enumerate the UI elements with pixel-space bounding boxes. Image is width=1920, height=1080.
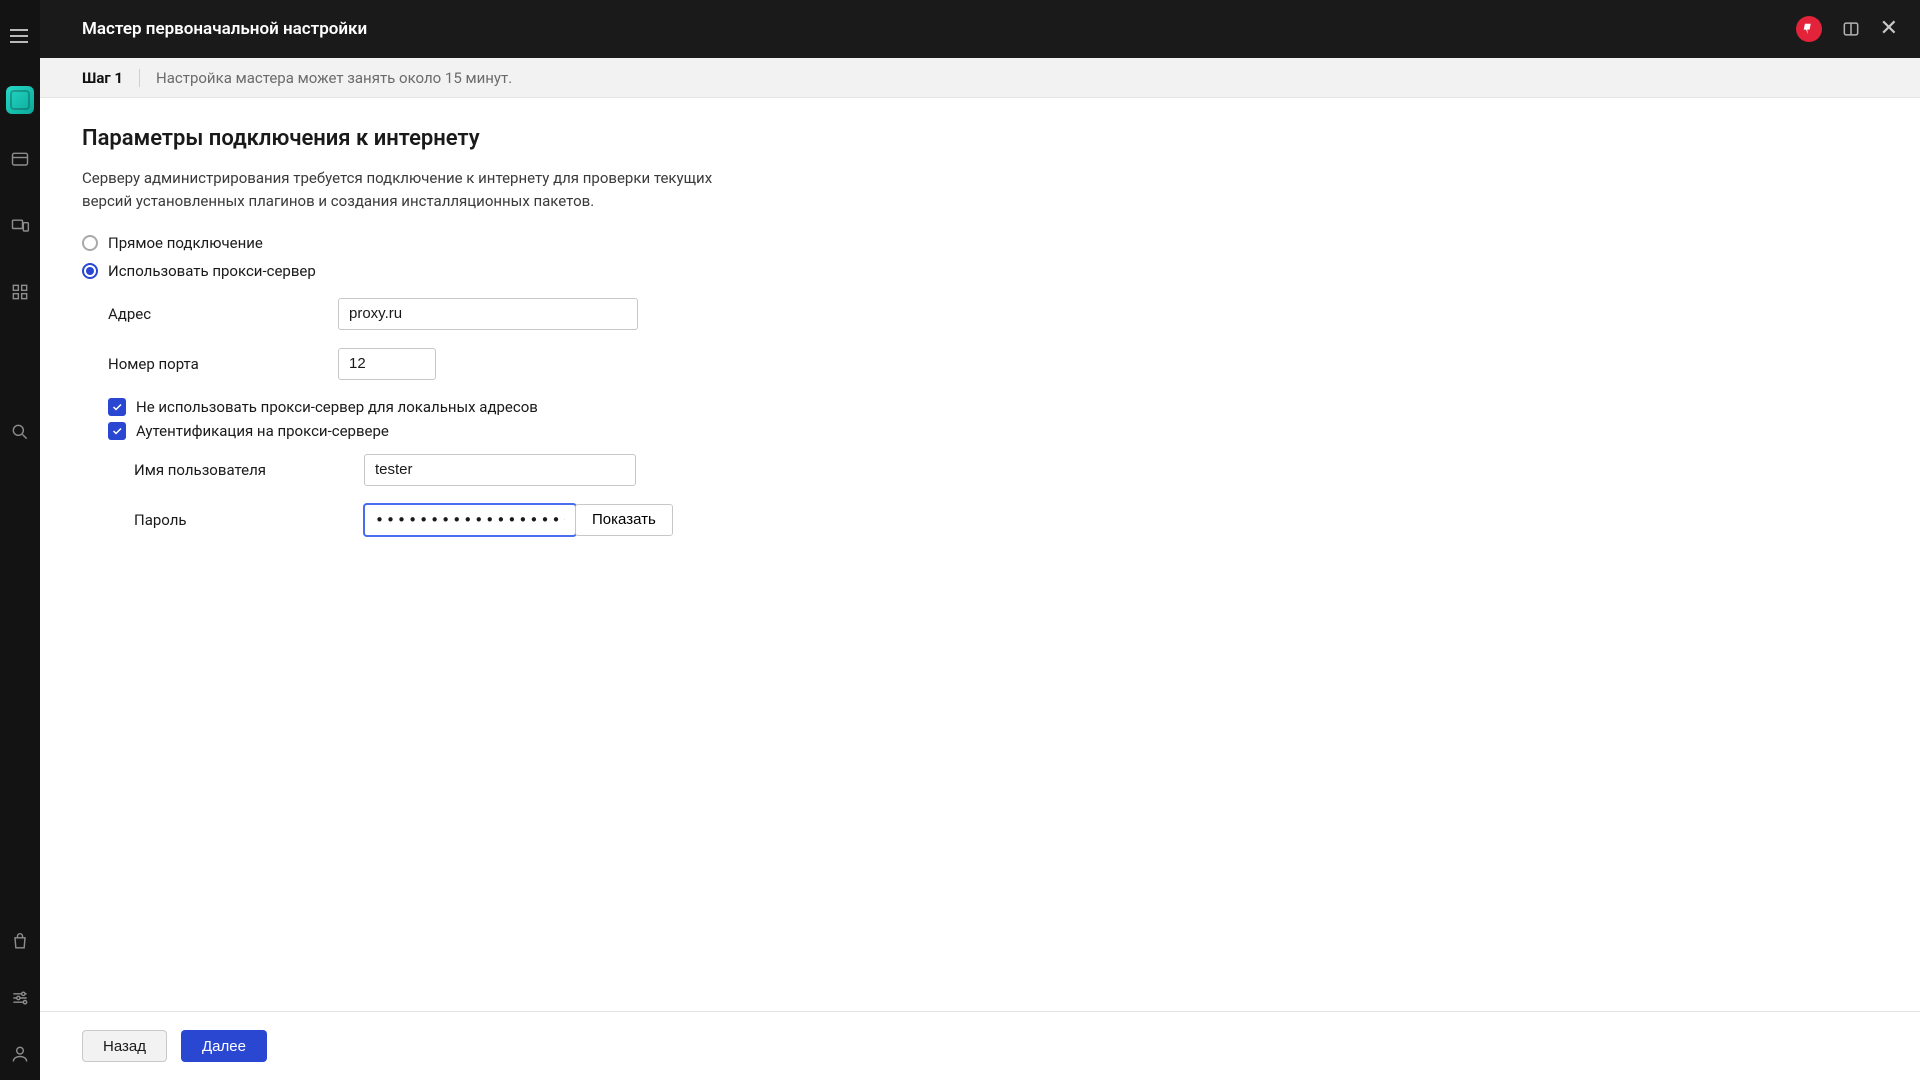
page-title: Параметры подключения к интернету bbox=[82, 126, 1878, 151]
row-username: Имя пользователя bbox=[108, 454, 1878, 486]
step-hint: Настройка мастера может занять около 15 … bbox=[156, 69, 512, 87]
port-label: Номер порта bbox=[108, 355, 338, 373]
step-number: Шаг 1 bbox=[82, 69, 123, 87]
radio-use-proxy[interactable]: Использовать прокси-сервер bbox=[82, 262, 1878, 280]
step-bar: Шаг 1 Настройка мастера может занять око… bbox=[40, 58, 1920, 98]
devices-icon[interactable] bbox=[10, 216, 30, 236]
address-label: Адрес bbox=[108, 305, 338, 323]
password-input[interactable] bbox=[364, 504, 576, 536]
checkbox-proxy-auth[interactable]: Аутентификация на прокси-сервере bbox=[82, 422, 1878, 440]
password-label: Пароль bbox=[134, 511, 364, 529]
checkbox-label: Не использовать прокси-сервер для локаль… bbox=[136, 398, 538, 416]
connection-type-group: Прямое подключение Использовать прокси-с… bbox=[82, 234, 1878, 280]
wizard-modal: Мастер первоначальной настройки ✕ Шаг 1 … bbox=[40, 0, 1920, 1080]
username-label: Имя пользователя bbox=[134, 461, 364, 479]
account-icon[interactable] bbox=[10, 1044, 30, 1064]
auth-block: Имя пользователя Пароль Показать bbox=[82, 454, 1878, 536]
radio-label: Использовать прокси-сервер bbox=[108, 262, 316, 280]
close-button[interactable]: ✕ bbox=[1880, 18, 1898, 40]
package-icon[interactable] bbox=[10, 932, 30, 952]
row-proxy-address: Адрес bbox=[82, 298, 1878, 330]
radio-icon bbox=[82, 235, 98, 251]
next-button[interactable]: Далее bbox=[181, 1030, 267, 1062]
row-password: Пароль Показать bbox=[108, 504, 1878, 536]
left-rail bbox=[0, 0, 40, 1080]
notifications-button[interactable] bbox=[1796, 16, 1822, 42]
dashboard-icon[interactable] bbox=[10, 150, 30, 170]
help-icon[interactable] bbox=[1840, 18, 1862, 40]
username-input[interactable] bbox=[364, 454, 636, 486]
apps-icon[interactable] bbox=[10, 282, 30, 302]
checkbox-icon bbox=[108, 422, 126, 440]
back-button[interactable]: Назад bbox=[82, 1030, 167, 1062]
modal-header: Мастер первоначальной настройки ✕ bbox=[40, 0, 1920, 58]
radio-direct-connection[interactable]: Прямое подключение bbox=[82, 234, 1878, 252]
wizard-footer: Назад Далее bbox=[40, 1011, 1920, 1080]
checkbox-bypass-local[interactable]: Не использовать прокси-сервер для локаль… bbox=[82, 398, 1878, 416]
port-input[interactable] bbox=[338, 348, 436, 380]
checkbox-icon bbox=[108, 398, 126, 416]
wizard-content: Параметры подключения к интернету Сервер… bbox=[40, 98, 1920, 1011]
page-description: Серверу администрирования требуется подк… bbox=[82, 167, 762, 214]
row-proxy-port: Номер порта bbox=[82, 348, 1878, 380]
checkbox-label: Аутентификация на прокси-сервере bbox=[136, 422, 389, 440]
radio-icon bbox=[82, 263, 98, 279]
show-password-button[interactable]: Показать bbox=[575, 504, 673, 536]
menu-toggle-button[interactable] bbox=[10, 26, 30, 46]
app-logo bbox=[6, 86, 34, 114]
settings-icon[interactable] bbox=[10, 988, 30, 1008]
address-input[interactable] bbox=[338, 298, 638, 330]
modal-title: Мастер первоначальной настройки bbox=[82, 19, 1796, 39]
search-icon[interactable] bbox=[10, 422, 30, 442]
radio-label: Прямое подключение bbox=[108, 234, 263, 252]
